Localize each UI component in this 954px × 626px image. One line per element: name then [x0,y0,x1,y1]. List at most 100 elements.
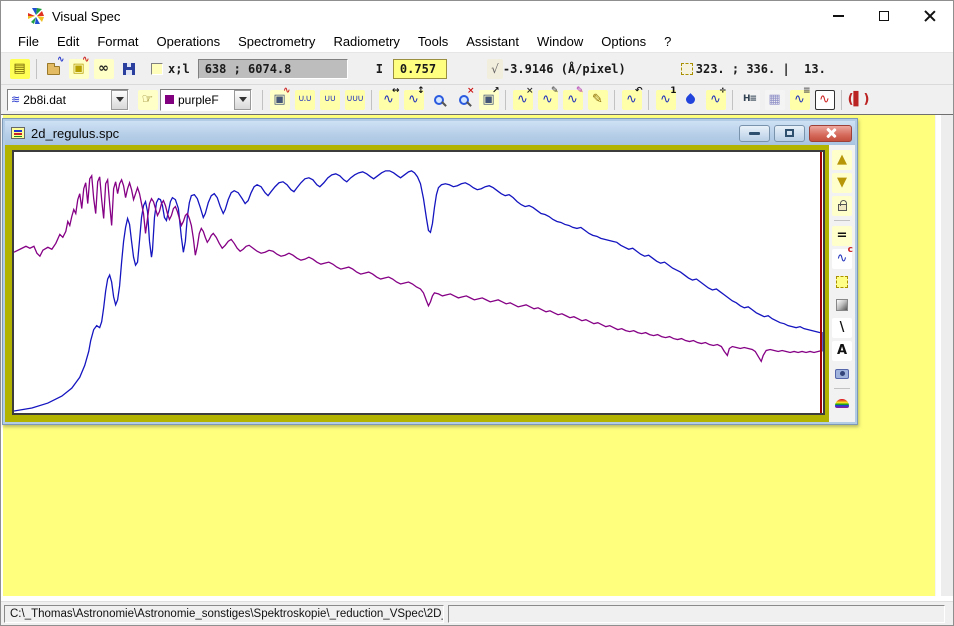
delete-points-button[interactable]: ∿× [510,88,535,112]
water-drop-icon [681,90,701,110]
scale-up-icon: ▲ [832,150,852,170]
normalize-icon: ∿1 [656,90,676,110]
profile-dots-button[interactable]: ∪.∪ [292,88,317,112]
spectrum-blue [14,171,822,411]
unzoom-button[interactable]: × [451,88,476,112]
water-drop-button[interactable] [678,88,703,112]
palette-button[interactable] [831,392,853,415]
profile-bars-icon: ∪∪ [320,90,340,110]
menu-file[interactable]: File [9,32,48,51]
menu-help[interactable]: ? [655,32,680,51]
menu-assistant[interactable]: Assistant [457,32,528,51]
intensity-field: 0.757 [393,59,447,79]
pen-marker-icon: ∿✎ [563,90,583,110]
spectrum-window-title: 2d_regulus.spc [31,126,119,141]
side-toolbar: ▲▼ =∿c \ A [829,145,855,422]
copy-to-window-button[interactable]: ▣↗ [476,88,501,112]
delete-points-icon: ∿× [513,90,533,110]
browse-button[interactable]: ∞ [91,57,116,81]
menu-radiometry[interactable]: Radiometry [324,32,408,51]
pen-button[interactable]: ∿✎ [535,88,560,112]
replot-button[interactable]: ∿c [831,247,853,270]
series-manager-icon: ▤ [10,59,30,79]
profile-lines-button[interactable]: ∪∪∪ [342,88,367,112]
color-combobox-dropdown[interactable] [234,90,251,110]
spectrum-window-controls [735,125,852,142]
doc-minimize-button[interactable] [739,125,770,142]
zoom-button[interactable] [426,88,451,112]
equalize-button[interactable]: = [831,224,853,247]
statusbar-path: C:\_Thomas\Astronomie\Astronomie_sonstig… [4,605,444,623]
close-button[interactable] [907,1,953,31]
snapshot-button[interactable] [831,362,853,385]
preview-window-icon: ∿ [815,90,835,110]
display-reference-button[interactable]: ▣∿ [66,57,91,81]
element-lines-button[interactable]: ∿≡ [787,88,812,112]
color-swatch-icon [165,95,174,104]
main-window: Visual Spec FileEditFormatOperationsSpec… [0,0,954,626]
pick-button[interactable]: ☞ [135,88,160,112]
preview-window-button[interactable]: ∿ [812,88,837,112]
toolbar-separator [36,59,37,79]
minimize-button[interactable] [815,1,861,31]
save-icon [119,59,139,79]
pen-marker-button[interactable]: ∿✎ [560,88,585,112]
spectrum-chart [14,152,823,413]
spectrum-window-titlebar[interactable]: 2d_regulus.spc [5,121,855,145]
periodic-table-icon: ▦ [765,90,785,110]
background-button[interactable] [831,293,853,316]
menu-operations[interactable]: Operations [148,32,230,51]
dispersion-value: -3.9146 (Å/pixel) [503,62,626,76]
periodic-table-button[interactable]: ▦ [762,88,787,112]
palette-icon [832,394,852,414]
spectrum-window[interactable]: 2d_regulus.spc ▲▼ =∿c \ A [2,118,858,425]
maximize-button[interactable] [861,1,907,31]
toolbar-separator [834,388,850,389]
draw-line-icon: \ [832,318,852,338]
file-combobox[interactable]: ≋ 2b8i.dat [7,89,129,111]
titlebar: Visual Spec [1,1,953,31]
menu-edit[interactable]: Edit [48,32,88,51]
normalize-button[interactable]: ∿1 [653,88,678,112]
spectrum-plot[interactable] [12,150,825,415]
color-combobox[interactable]: purpleF [160,89,252,111]
doc-close-button[interactable] [809,125,852,142]
draw-line-button[interactable]: \ [831,316,853,339]
display-window-button[interactable]: ▣∿ [267,88,292,112]
audio-button[interactable]: (▌) [846,88,871,112]
mdi-right-strip [935,115,953,596]
menu-spectrometry[interactable]: Spectrometry [229,32,324,51]
scale-down-button[interactable]: ▼ [831,171,853,194]
hydrogen-lines-button[interactable]: H≡ [737,88,762,112]
insert-text-button[interactable]: A [831,339,853,362]
mdi-area: 2d_regulus.spc ▲▼ =∿c \ A [1,115,953,601]
insert-text-icon: A [832,341,852,361]
element-lines-icon: ∿≡ [790,90,810,110]
maximize-icon [879,11,889,21]
brush-button[interactable]: ✎ [585,88,610,112]
shift-y-button[interactable]: ∿↕ [401,88,426,112]
menu-format[interactable]: Format [88,32,147,51]
open-profile-button[interactable]: ∿ [41,57,66,81]
shift-x-icon: ∿↔ [379,90,399,110]
fill-area-button[interactable] [831,270,853,293]
shift-x-button[interactable]: ∿↔ [376,88,401,112]
hydrogen-lines-icon: H≡ [740,90,760,110]
file-combobox-dropdown[interactable] [111,90,128,110]
xl-checkbox[interactable] [151,63,163,75]
chevron-down-icon [116,97,124,102]
menu-options[interactable]: Options [592,32,655,51]
undo-curve-button[interactable]: ∿↶ [619,88,644,112]
profile-bars-button[interactable]: ∪∪ [317,88,342,112]
menu-tools[interactable]: Tools [409,32,457,51]
lock-button[interactable] [831,194,853,217]
series-manager-button[interactable]: ▤ [7,57,32,81]
audio-icon: (▌) [849,90,869,110]
divide-button[interactable]: ∿÷ [703,88,728,112]
scale-up-button[interactable]: ▲ [831,148,853,171]
sqrt-curve-icon: √ [487,59,503,79]
doc-restore-button[interactable] [774,125,805,142]
browse-icon: ∞ [94,59,114,79]
menu-window[interactable]: Window [528,32,592,51]
save-button[interactable] [116,57,141,81]
